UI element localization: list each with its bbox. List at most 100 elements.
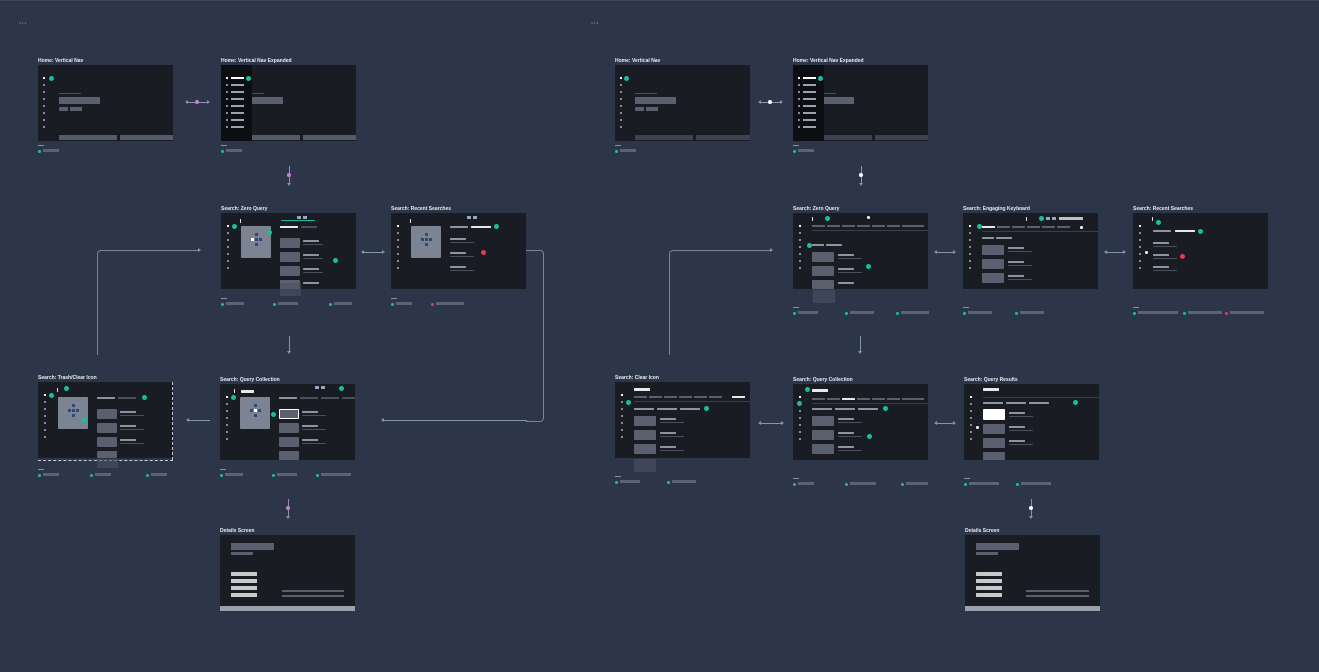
teal-dot-icon <box>267 230 272 235</box>
legend-text <box>225 473 243 477</box>
nav-icon <box>43 126 45 128</box>
connector <box>172 382 173 460</box>
content-tile <box>812 416 834 426</box>
placeholder-bar <box>976 579 1002 583</box>
nav-icon <box>620 119 622 121</box>
placeholder-bar <box>240 219 241 223</box>
nav-icon <box>227 232 229 234</box>
placeholder-bar <box>680 408 700 410</box>
placeholder-bar <box>872 398 885 400</box>
placeholder-bar <box>282 590 344 592</box>
connector <box>97 459 118 468</box>
legend-text <box>1021 482 1051 486</box>
placeholder-bar <box>1009 430 1033 431</box>
placeholder-bar <box>1153 270 1177 271</box>
connector <box>383 420 527 421</box>
placeholder-bar <box>1153 266 1169 268</box>
legend-heading <box>793 145 799 146</box>
screen-frame <box>793 213 928 289</box>
teal-dot-icon <box>626 400 631 405</box>
teal-dot-icon <box>64 386 69 391</box>
legend-heading <box>963 307 969 308</box>
vertical-nav <box>391 213 403 289</box>
nav-icon <box>798 105 800 107</box>
nav-icon <box>798 126 800 128</box>
nav-icon <box>227 239 229 241</box>
keyboard-key <box>258 409 261 412</box>
screen-title: Details Screen <box>220 528 255 534</box>
placeholder-bar <box>1029 402 1049 404</box>
nav-icon <box>969 253 971 255</box>
placeholder-bar <box>231 593 257 597</box>
on-screen-keyboard <box>240 397 270 429</box>
nav-icon <box>43 119 45 121</box>
placeholder-bar <box>301 226 317 228</box>
content-tile <box>97 423 117 433</box>
nav-icon <box>799 225 801 227</box>
legend-text <box>850 311 874 315</box>
placeholder-bar <box>976 586 1002 590</box>
placeholder-bar <box>649 396 662 398</box>
placeholder-bar <box>303 258 323 259</box>
keyboard-key <box>254 404 257 407</box>
legend-text <box>1188 311 1222 315</box>
placeholder-bar <box>827 225 840 227</box>
screen-title: Home: Vertical Nav <box>38 58 84 64</box>
nav-icon <box>1139 232 1141 234</box>
content-tile <box>983 452 1005 460</box>
on-screen-keyboard <box>411 226 441 258</box>
legend-heading <box>793 307 799 308</box>
placeholder-bar <box>279 397 297 399</box>
screen-frame <box>221 213 356 289</box>
legend-text <box>798 482 814 486</box>
vertical-nav <box>220 384 232 460</box>
vertical-nav <box>221 213 233 289</box>
teal-dot-icon <box>273 303 276 306</box>
nav-icon <box>1139 253 1141 255</box>
on-screen-keyboard <box>58 397 88 429</box>
bottom-row <box>635 135 693 140</box>
nav-label <box>803 126 816 128</box>
legend-text <box>620 480 640 484</box>
teal-dot-icon <box>805 387 810 392</box>
placeholder-bar <box>902 225 924 227</box>
nav-icon <box>1139 260 1141 262</box>
nav-label <box>803 91 816 93</box>
placeholder-bar <box>120 429 144 430</box>
teal-dot-icon <box>38 474 41 477</box>
placeholder-bar <box>635 93 657 94</box>
placeholder-bar <box>827 398 840 400</box>
content-tile <box>279 423 299 433</box>
placeholder-bar <box>997 226 1010 228</box>
content-tile <box>812 430 834 440</box>
placeholder-bar <box>812 230 928 231</box>
legend-heading <box>38 145 44 146</box>
connector <box>760 423 782 424</box>
nav-icon <box>799 260 801 262</box>
legend-text <box>906 482 928 486</box>
teal-dot-icon <box>883 406 888 411</box>
nav-icon <box>1139 239 1141 241</box>
placeholder-bar <box>635 97 676 104</box>
nav-label <box>231 91 244 93</box>
nav-icon <box>397 225 399 227</box>
placeholder-bar <box>97 397 115 399</box>
nav-icon <box>798 91 800 93</box>
placeholder-bar <box>824 93 836 94</box>
nav-label <box>231 77 244 79</box>
content-tile <box>279 437 299 447</box>
screen-frame <box>615 382 750 458</box>
placeholder-bar <box>120 443 144 444</box>
arrowhead-icon <box>185 100 188 104</box>
keyboard-key <box>259 238 262 241</box>
placeholder-bar <box>1008 251 1032 252</box>
content-tile <box>634 444 656 454</box>
placeholder-bar <box>282 595 344 597</box>
nav-icon <box>969 239 971 241</box>
placeholder-bar <box>1008 247 1024 249</box>
legend-text <box>226 302 244 306</box>
placeholder-bar <box>976 552 998 555</box>
placeholder-bar <box>231 572 257 576</box>
placeholder-bar <box>838 272 862 273</box>
legend-heading <box>964 478 970 479</box>
